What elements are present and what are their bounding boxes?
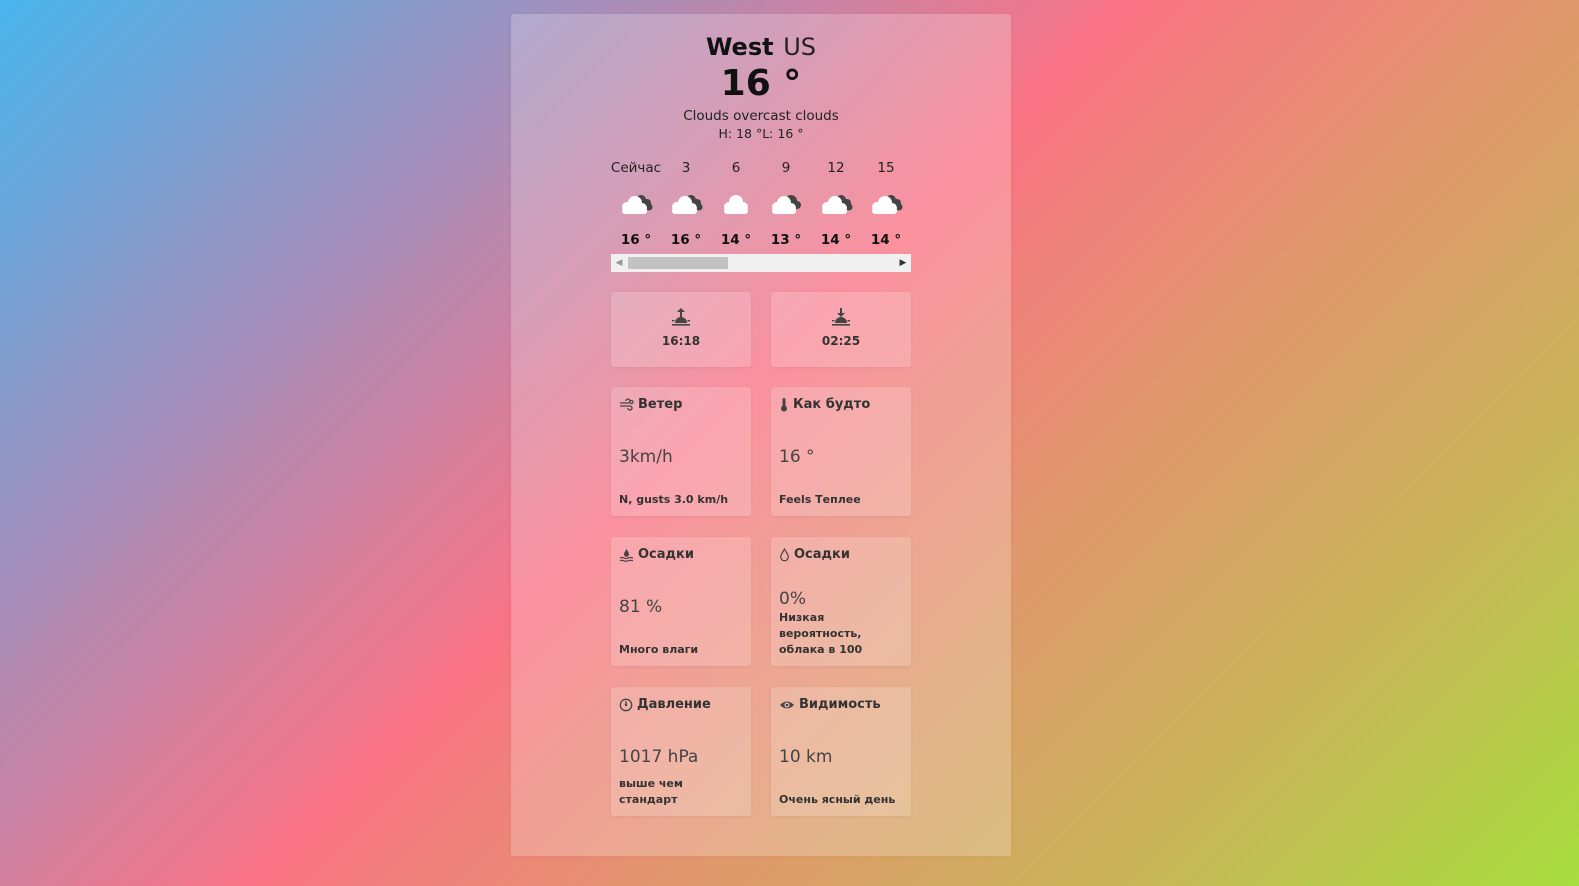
hourly-forecast[interactable]: Сейчас 16 ° 3 16 ° 6 14 ° 9 13 ° 12 14 °… bbox=[611, 159, 911, 248]
hour-label: 3 bbox=[681, 160, 691, 176]
feels-like-title: Как будто bbox=[793, 397, 871, 412]
wind-note: N, gusts 3.0 km/h bbox=[619, 493, 729, 506]
pressure-title: Давление bbox=[637, 697, 711, 712]
wind-card-header: Ветер bbox=[619, 397, 682, 412]
location: West US bbox=[511, 32, 1011, 62]
cloud-overcast-icon bbox=[872, 195, 903, 214]
hourly-item: 6 14 ° bbox=[711, 159, 761, 248]
hourly-item: 9 13 ° bbox=[761, 159, 811, 248]
gauge-icon bbox=[619, 698, 633, 711]
feels-like-value: 16 ° bbox=[779, 447, 815, 467]
hour-temperature: 14 ° bbox=[870, 232, 902, 248]
precipitation-card-header: Осадки bbox=[779, 547, 850, 562]
humidity-value: 81 % bbox=[619, 597, 663, 617]
pressure-value: 1017 hPa bbox=[619, 747, 699, 767]
cloud-overcast-icon bbox=[672, 195, 703, 214]
country-code: US bbox=[783, 33, 817, 61]
cloud-overcast-icon bbox=[822, 195, 853, 214]
scroll-left-arrow-icon[interactable]: ◀ bbox=[611, 254, 627, 272]
weather-description: Clouds overcast clouds bbox=[683, 108, 839, 124]
precipitation-title: Осадки bbox=[794, 547, 850, 562]
cloud-overcast-icon bbox=[772, 195, 801, 214]
hourly-item: Сейчас 16 ° bbox=[611, 159, 661, 248]
hour-label: 12 bbox=[827, 160, 845, 176]
humidity-icon bbox=[619, 548, 634, 562]
visibility-title: Видимость bbox=[799, 697, 881, 712]
precipitation-card: Осадки 0% Низкая вероятность, облака в 1… bbox=[771, 537, 911, 666]
cloud-icon bbox=[724, 195, 748, 214]
sunrise-time: 16:18 bbox=[661, 334, 701, 348]
sunrise-icon bbox=[672, 308, 690, 326]
hourly-item: 3 16 ° bbox=[661, 159, 711, 248]
hour-label: 9 bbox=[781, 160, 791, 176]
cloud-overcast-icon bbox=[622, 195, 653, 214]
wind-card: Ветер 3km/h N, gusts 3.0 km/h bbox=[611, 387, 751, 516]
wind-icon bbox=[620, 398, 634, 411]
humidity-card-header: Осадки bbox=[619, 547, 694, 562]
hour-label: Сейчас bbox=[610, 160, 662, 176]
eye-icon bbox=[780, 701, 794, 708]
pressure-card: Давление 1017 hPa выше чем стандарт bbox=[611, 687, 751, 816]
feels-like-card: Как будто 16 ° Feels Теплее bbox=[771, 387, 911, 516]
feels-like-note: Feels Теплее bbox=[779, 493, 861, 506]
hour-temperature: 14 ° bbox=[820, 232, 852, 248]
hourly-item: 12 14 ° bbox=[811, 159, 861, 248]
city-name: West bbox=[705, 33, 774, 61]
hour-temperature: 13 ° bbox=[770, 232, 802, 248]
precipitation-value: 0% bbox=[779, 589, 806, 609]
humidity-note: Много влаги bbox=[619, 643, 699, 656]
visibility-card: Видимость 10 km Очень ясный день bbox=[771, 687, 911, 816]
hour-temperature: 14 ° bbox=[720, 232, 752, 248]
wind-title: Ветер bbox=[638, 397, 683, 412]
hour-temperature: 16 ° bbox=[620, 232, 652, 248]
sunset-icon bbox=[832, 308, 850, 326]
sunset-tile: 02:25 bbox=[771, 292, 911, 367]
visibility-card-header: Видимость bbox=[779, 697, 881, 712]
current-temperature: 16 ° bbox=[720, 63, 802, 104]
pressure-card-header: Давление bbox=[619, 697, 711, 712]
wind-value: 3km/h bbox=[619, 447, 673, 467]
hourly-scrollbar[interactable]: ◀ ▶ bbox=[611, 254, 911, 272]
scrollbar-thumb[interactable] bbox=[628, 257, 728, 269]
current-weather: West US 16 ° Clouds overcast clouds H: 1… bbox=[511, 32, 1011, 143]
high-low-temperature: H: 18 °L: 16 ° bbox=[718, 126, 804, 141]
precipitation-note: Низкая вероятность, облака в 100 bbox=[779, 611, 863, 656]
hourly-item: 15 14 ° bbox=[861, 159, 911, 248]
visibility-note: Очень ясный день bbox=[779, 793, 896, 806]
sunset-time: 02:25 bbox=[821, 334, 861, 348]
droplet-icon bbox=[780, 547, 789, 561]
sunrise-tile: 16:18 bbox=[611, 292, 751, 367]
feels-like-card-header: Как будто bbox=[779, 397, 870, 412]
visibility-value: 10 km bbox=[779, 747, 833, 767]
pressure-note: выше чем стандарт bbox=[619, 777, 683, 806]
humidity-title: Осадки bbox=[638, 547, 694, 562]
humidity-card: Осадки 81 % Много влаги bbox=[611, 537, 751, 666]
hour-label: 15 bbox=[877, 160, 895, 176]
thermometer-icon bbox=[781, 398, 787, 412]
scroll-right-arrow-icon[interactable]: ▶ bbox=[895, 254, 911, 272]
hour-temperature: 16 ° bbox=[670, 232, 702, 248]
weather-panel: West US 16 ° Clouds overcast clouds H: 1… bbox=[511, 14, 1011, 856]
hour-label: 6 bbox=[731, 160, 741, 176]
